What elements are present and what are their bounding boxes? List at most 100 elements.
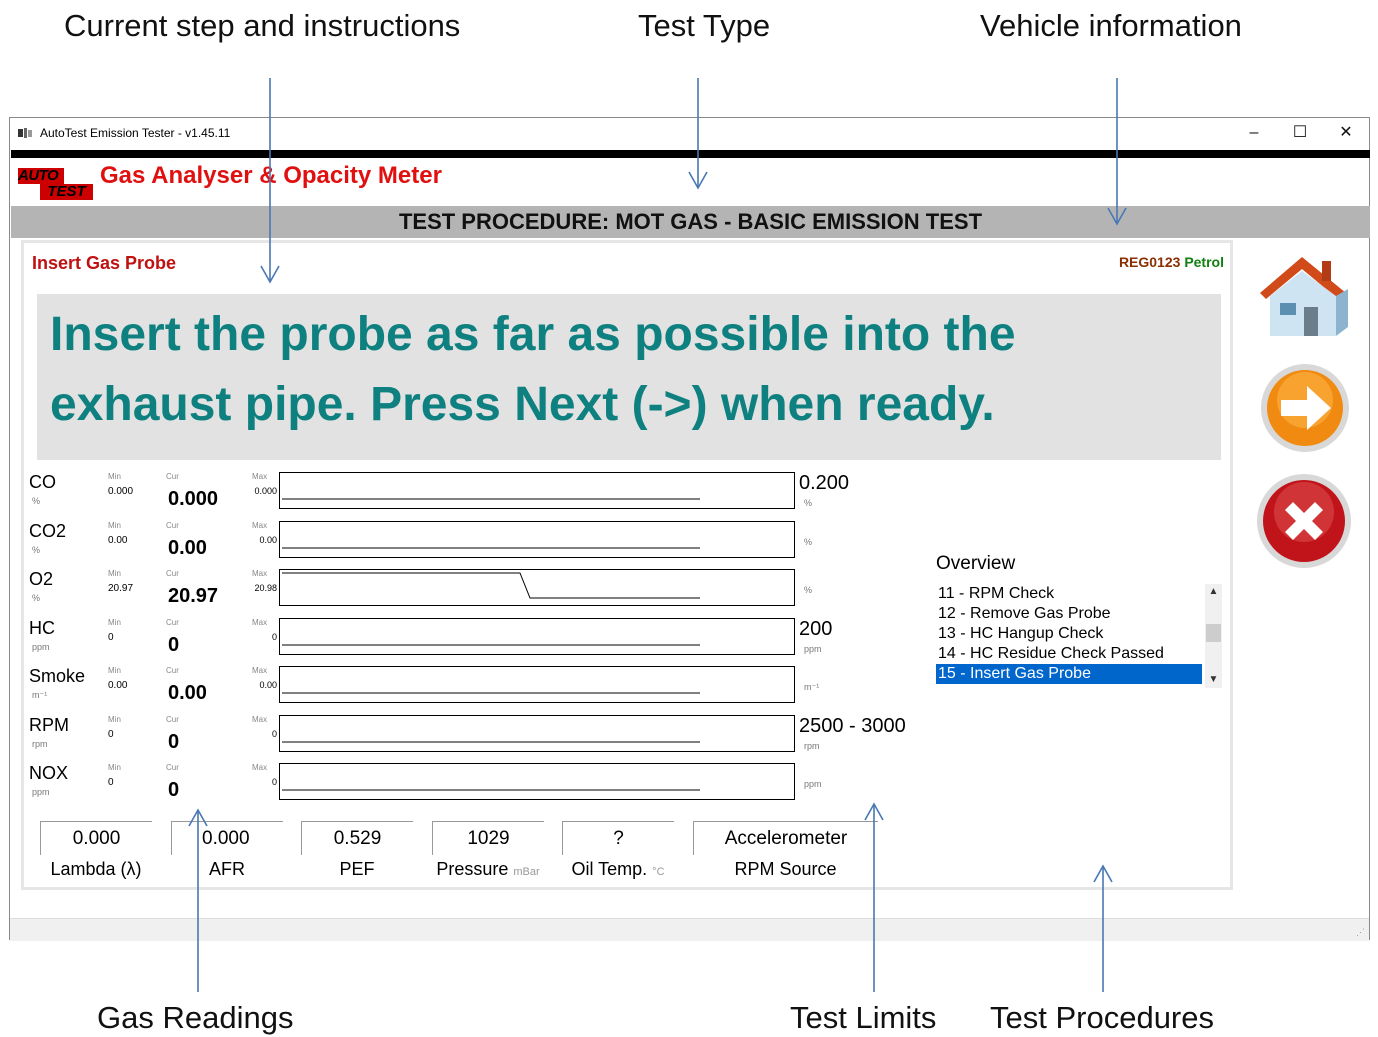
cur-value: 0	[168, 779, 180, 801]
test-limit: 2500 - 3000	[799, 715, 906, 737]
readout-label-text: PEF	[339, 859, 375, 879]
limit-unit: m⁻¹	[804, 682, 820, 692]
maximize-button[interactable]: ☐	[1277, 118, 1323, 150]
test-procedure-bar: TEST PROCEDURE: MOT GAS - BASIC EMISSION…	[11, 206, 1370, 238]
max-label: Max	[252, 618, 268, 627]
overview-item[interactable]: 12 - Remove Gas Probe	[936, 604, 1202, 624]
reading-row-hc: HC ppm Min 0 Cur 0 Max 0 200 ppm	[29, 618, 929, 666]
gas-name: O2	[29, 569, 54, 589]
readout-value: ?	[562, 821, 674, 855]
scroll-up-icon[interactable]: ▲	[1205, 584, 1222, 600]
reading-graph	[279, 618, 795, 655]
min-label: Min	[108, 472, 121, 481]
cur-label: Cur	[166, 715, 179, 724]
cur-label: Cur	[166, 618, 179, 627]
arrow-right-icon	[1261, 364, 1349, 452]
gas-unit: ppm	[32, 642, 50, 652]
overview-item[interactable]: 15 - Insert Gas Probe	[936, 664, 1202, 684]
gas-unit: %	[32, 496, 41, 506]
limit-unit: ppm	[804, 779, 822, 789]
logo-top: AUTO	[18, 168, 64, 184]
minimize-button[interactable]: –	[1231, 118, 1277, 150]
gas-name: Smoke	[29, 666, 86, 686]
test-limit: 200	[799, 618, 833, 640]
overview-scrollbar[interactable]: ▲ ▼	[1205, 584, 1222, 688]
min-value: 20.97	[108, 583, 134, 594]
app-title: Gas Analyser & Opacity Meter	[100, 162, 442, 189]
cur-label: Cur	[166, 472, 179, 481]
readout-value: 0.000	[40, 821, 152, 855]
max-value: 0	[271, 632, 277, 642]
min-label: Min	[108, 521, 121, 530]
status-bar: ⋰	[10, 918, 1369, 941]
min-label: Min	[108, 715, 121, 724]
close-window-button[interactable]: ✕	[1323, 118, 1369, 150]
vehicle-fuel: Petrol	[1184, 254, 1224, 270]
gas-name: RPM	[29, 715, 69, 735]
home-button[interactable]	[1250, 251, 1354, 341]
cur-label: Cur	[166, 521, 179, 530]
cur-value: 0	[168, 731, 180, 753]
gas-unit: %	[32, 545, 41, 555]
reading-row-co: CO% Min 0.000 Cur 0.000 Max 0.000 0.200%	[29, 472, 929, 520]
home-icon	[1260, 257, 1348, 336]
limit-unit: rpm	[804, 741, 820, 751]
callout-gas-readings: Gas Readings	[97, 1000, 294, 1035]
scroll-thumb[interactable]	[1206, 624, 1221, 642]
current-step-title: Insert Gas Probe	[32, 253, 177, 273]
gas-name: HC	[29, 618, 55, 638]
reading-row-rpm: RPM rpm Min 0 Cur 0 Max 0 2500 - 3000 rpm	[29, 715, 929, 763]
max-value: 0.00	[259, 535, 277, 545]
cur-label: Cur	[166, 569, 179, 578]
reading-row-nox: NOX ppm Min 0 Cur 0 Max 0 ppm	[29, 763, 929, 811]
header-divider	[11, 150, 1370, 158]
min-value: 0	[108, 632, 114, 643]
limit-unit: %	[804, 585, 813, 595]
app-icon	[18, 128, 32, 138]
cancel-button[interactable]	[1255, 472, 1353, 570]
scroll-down-icon[interactable]: ▼	[1205, 672, 1222, 688]
gas-unit: ppm	[32, 787, 50, 797]
resize-grip-icon[interactable]: ⋰	[1356, 927, 1365, 938]
reading-row-smoke: Smoke m⁻¹ Min 0.00 Cur 0.00 Max 0.00 m⁻¹	[29, 666, 929, 714]
max-label: Max	[252, 763, 268, 772]
max-value: 0.000	[254, 486, 277, 496]
overview-list[interactable]: 11 - RPM Check 12 - Remove Gas Probe 13 - …	[936, 584, 1222, 688]
readout-label: PEF	[301, 859, 413, 880]
readout-value: Accelerometer	[693, 821, 878, 855]
cur-label: Cur	[166, 666, 179, 675]
cancel-icon	[1257, 474, 1351, 568]
reading-row-co2: CO2% Min 0.00 Cur 0.00 Max 0.00%	[29, 521, 929, 569]
readout-value: 0.000	[171, 821, 283, 855]
readout-label-text: Pressure	[436, 859, 509, 879]
cur-value: 0.00	[168, 537, 207, 559]
min-value: 0.00	[108, 535, 128, 546]
limit-unit: %	[804, 537, 813, 547]
min-value: 0.00	[108, 680, 128, 691]
max-value: 0	[271, 777, 277, 787]
vehicle-info: REG0123 Petrol	[1119, 254, 1224, 270]
reading-graph	[279, 715, 795, 752]
callout-test-procedures: Test Procedures	[990, 1000, 1214, 1035]
gas-name: CO2	[29, 521, 67, 541]
overview-item[interactable]: 14 - HC Residue Check Passed	[936, 644, 1202, 664]
reading-graph	[279, 666, 795, 703]
gas-name: CO	[29, 472, 56, 492]
cur-value: 0.00	[168, 682, 207, 704]
readout-unit: mBar	[513, 866, 540, 878]
callout-vehicle-info: Vehicle information	[980, 8, 1242, 43]
overview-item[interactable]: 11 - RPM Check	[936, 584, 1202, 604]
gas-unit: %	[32, 593, 41, 603]
reading-graph	[279, 569, 795, 606]
max-label: Max	[252, 521, 268, 530]
max-value: 0.00	[259, 680, 277, 690]
readout-label: Pressure mBar	[432, 859, 544, 880]
next-button[interactable]	[1259, 362, 1351, 454]
reading-graph	[279, 521, 795, 558]
reading-graph	[279, 763, 795, 800]
instruction-box: Insert the probe as far as possible into…	[37, 294, 1221, 460]
window-title: AutoTest Emission Tester - v1.45.11	[40, 126, 231, 140]
overview-item[interactable]: 13 - HC Hangup Check	[936, 624, 1202, 644]
reading-graph	[279, 472, 795, 509]
app-window: AutoTest Emission Tester - v1.45.11 – ☐ …	[9, 117, 1370, 941]
